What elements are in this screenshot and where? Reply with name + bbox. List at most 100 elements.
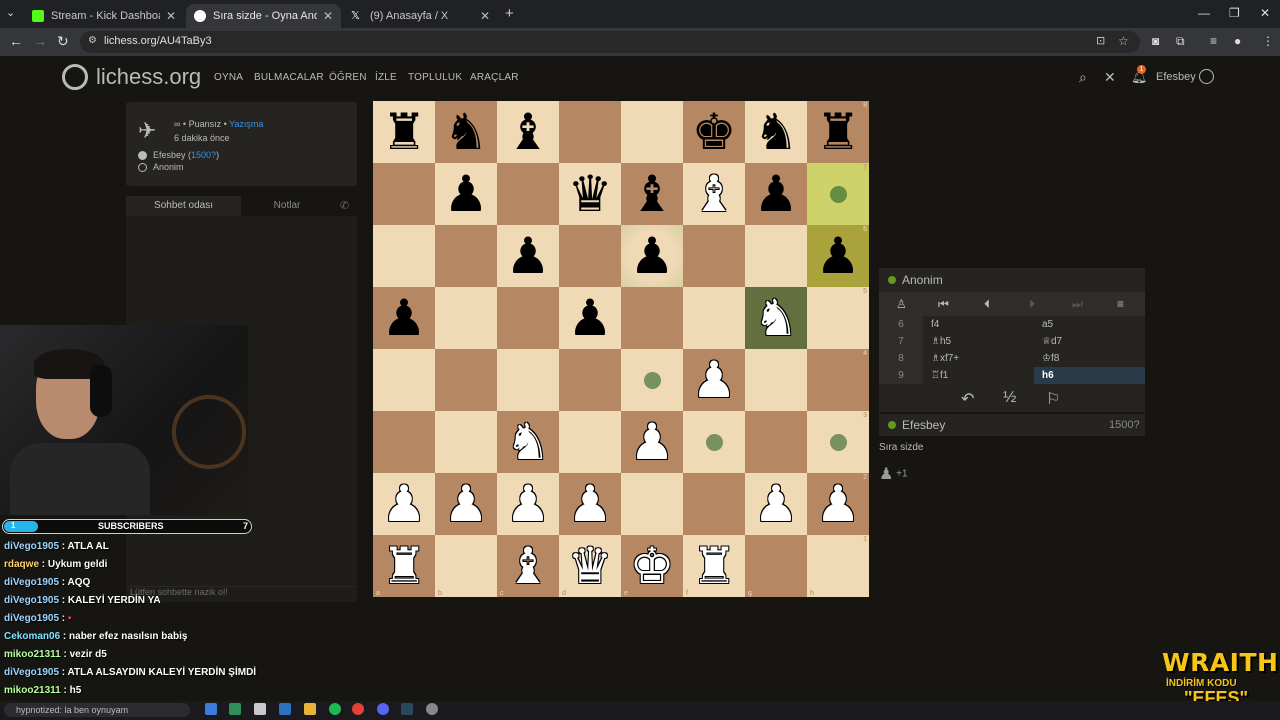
move-white[interactable]: ♗xf7+ <box>931 350 959 367</box>
chat-username[interactable]: mikoo21311 <box>4 649 61 660</box>
chat-username[interactable]: rdaqwe <box>4 559 39 570</box>
square-e1[interactable]: ♚ e <box>621 535 683 597</box>
taskbar-app-icon[interactable] <box>254 703 266 715</box>
square-f6[interactable] <box>683 225 745 287</box>
square-h1[interactable]: 1h <box>807 535 869 597</box>
chat-username[interactable]: diVego1905 <box>4 541 59 552</box>
square-e6[interactable]: ♟ <box>621 225 683 287</box>
square-b8[interactable]: ♞ <box>435 101 497 163</box>
chrome-icon[interactable] <box>352 703 364 715</box>
white-rook-icon[interactable]: ♜ <box>692 541 737 591</box>
square-g3[interactable] <box>745 411 807 473</box>
square-g5[interactable]: ♞ <box>745 287 807 349</box>
square-d6[interactable] <box>559 225 621 287</box>
square-c6[interactable]: ♟ <box>497 225 559 287</box>
square-b6[interactable] <box>435 225 497 287</box>
square-c3[interactable]: ♞ <box>497 411 559 473</box>
black-pawn-icon[interactable]: ♟ <box>568 293 613 343</box>
black-pawn-icon[interactable]: ♟ <box>506 231 551 281</box>
opponent-name[interactable]: Anonim <box>902 273 943 287</box>
square-f7[interactable]: ♝ <box>683 163 745 225</box>
black-bishop-icon[interactable]: ♝ <box>630 169 675 219</box>
black-rook-icon[interactable]: ♜ <box>382 107 427 157</box>
close-icon[interactable]: ✕ <box>323 9 333 23</box>
black-rook-icon[interactable]: ♜ <box>816 107 861 157</box>
search-icon[interactable]: ⌕ <box>1079 69 1087 86</box>
bookmark-star-icon[interactable]: ☆ <box>1118 34 1129 48</box>
spotify-icon[interactable] <box>329 703 341 715</box>
install-app-icon[interactable]: ⊡ <box>1096 34 1105 47</box>
square-h7[interactable]: 7 <box>807 163 869 225</box>
player-name[interactable]: Efesbey <box>902 418 945 432</box>
black-bishop-icon[interactable]: ♝ <box>506 107 551 157</box>
white-king-icon[interactable]: ♚ <box>630 541 675 591</box>
site-logo[interactable]: lichess.org <box>96 64 201 90</box>
square-a7[interactable] <box>373 163 435 225</box>
square-c4[interactable] <box>497 349 559 411</box>
reload-button[interactable]: ↻ <box>57 33 69 50</box>
taskbar-app-icon[interactable] <box>205 703 217 715</box>
square-f5[interactable] <box>683 287 745 349</box>
extensions-puzzle-icon[interactable]: ⧉ <box>1176 34 1185 49</box>
first-move-icon[interactable]: ⏮ <box>938 297 949 312</box>
square-c1[interactable]: ♝ c <box>497 535 559 597</box>
white-bishop-icon[interactable]: ♝ <box>692 169 737 219</box>
white-knight-icon[interactable]: ♞ <box>506 417 551 467</box>
white-pawn-icon[interactable]: ♟ <box>506 479 551 529</box>
close-icon[interactable]: ✕ <box>480 9 490 23</box>
move-white[interactable]: ♖f1 <box>931 367 948 384</box>
square-e4[interactable] <box>621 349 683 411</box>
chess-board[interactable]: ♜ ♞ ♝ ♚ ♞ ♜ 8 ♟ ♛ ♝ ♝ ♟ 7 ♟ ♟ ♟ 6 ♟ ♟ ♞ 5 ♟ 4 ♞ ♟ 3 ♟ ♟ ♟ ♟ ♟ ♟ 2 ♜ a b ♝ c ♛ d… <box>373 101 869 597</box>
square-h3[interactable]: 3 <box>807 411 869 473</box>
white-pawn-icon[interactable]: ♟ <box>568 479 613 529</box>
square-d5[interactable]: ♟ <box>559 287 621 349</box>
profile-icon[interactable]: ● <box>1234 34 1241 48</box>
black-pawn-icon[interactable]: ♟ <box>444 169 489 219</box>
move-destination-dot[interactable] <box>829 433 847 451</box>
white-knight-icon[interactable]: ♞ <box>754 293 799 343</box>
square-f4[interactable]: ♟ <box>683 349 745 411</box>
move-destination-dot[interactable] <box>705 433 723 451</box>
tab-x[interactable]: 𝕏 (9) Anasayfa / X ✕ <box>343 4 498 28</box>
forward-button[interactable]: → <box>33 33 47 49</box>
move-black[interactable]: a5 <box>1034 316 1145 333</box>
tab-search-icon[interactable]: ⌄ <box>6 6 15 19</box>
square-a4[interactable] <box>373 349 435 411</box>
obs-icon[interactable] <box>426 703 438 715</box>
tab-lichess[interactable]: Sıra sizde - Oyna Anon. • liches ✕ <box>186 4 341 28</box>
back-button[interactable]: ← <box>9 33 23 49</box>
correspondence-link[interactable]: Yazışma <box>229 119 263 129</box>
square-h6[interactable]: ♟ 6 <box>807 225 869 287</box>
square-f1[interactable]: ♜ f <box>683 535 745 597</box>
square-e5[interactable] <box>621 287 683 349</box>
analysis-icon[interactable]: ♙ <box>896 297 907 311</box>
tab-chat-room[interactable]: Sohbet odası <box>126 196 241 216</box>
move-white[interactable]: ♗h5 <box>931 333 951 350</box>
move-black[interactable]: ♕d7 <box>1034 333 1145 350</box>
voice-chat-icon[interactable]: ✆ <box>340 199 349 212</box>
square-c8[interactable]: ♝ <box>497 101 559 163</box>
square-g8[interactable]: ♞ <box>745 101 807 163</box>
challenge-icon[interactable]: ✕ <box>1104 69 1116 86</box>
avatar-icon[interactable] <box>1199 69 1214 84</box>
white-pawn-icon[interactable]: ♟ <box>630 417 675 467</box>
black-knight-icon[interactable]: ♞ <box>754 107 799 157</box>
move-destination-dot[interactable] <box>643 371 661 389</box>
prev-move-icon[interactable]: ⏴ <box>984 297 990 312</box>
square-a2[interactable]: ♟ <box>373 473 435 535</box>
lichess-logo-icon[interactable] <box>62 64 88 90</box>
browser-menu-icon[interactable]: ⋮ <box>1262 34 1274 48</box>
white-rook-icon[interactable]: ♜ <box>382 541 427 591</box>
address-bar[interactable]: ⚙ lichess.org/AU4TaBy3 ⊡ ☆ <box>80 31 1140 53</box>
square-d4[interactable] <box>559 349 621 411</box>
nav-play[interactable]: OYNA <box>214 72 243 83</box>
nav-watch[interactable]: İZLE <box>375 72 397 83</box>
minimize-button[interactable]: — <box>1198 6 1210 20</box>
black-pawn-icon[interactable]: ♟ <box>630 231 675 281</box>
chat-username[interactable]: diVego1905 <box>4 595 59 606</box>
square-e8[interactable] <box>621 101 683 163</box>
square-a6[interactable] <box>373 225 435 287</box>
square-g7[interactable]: ♟ <box>745 163 807 225</box>
square-e7[interactable]: ♝ <box>621 163 683 225</box>
move-white[interactable]: f4 <box>931 316 939 333</box>
